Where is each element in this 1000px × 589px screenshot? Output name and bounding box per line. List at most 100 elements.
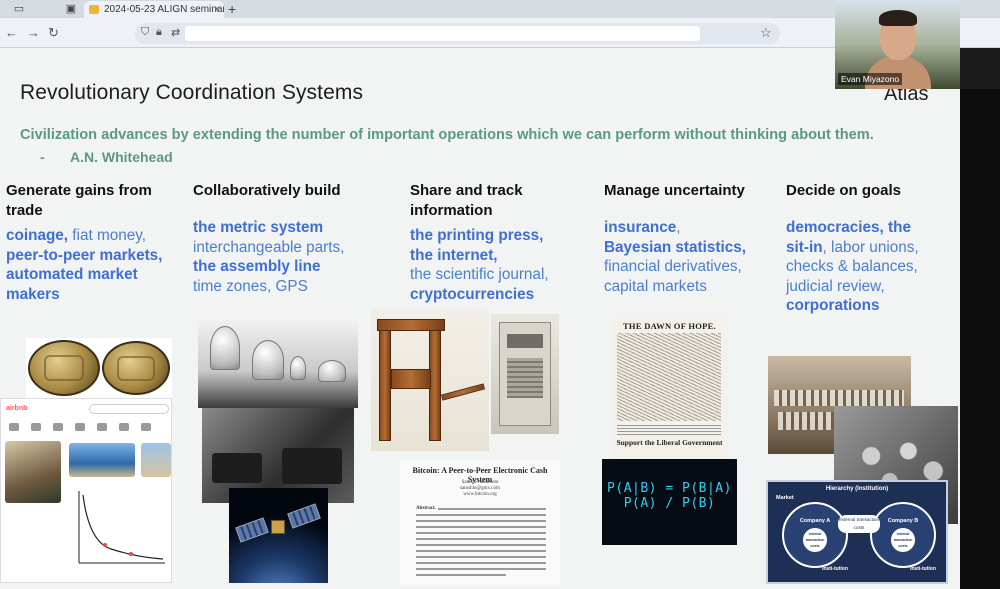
airbnb-screenshot-image: airbnb [0,398,172,583]
example-insurance: insurance [604,219,677,236]
gps-satellite-image [229,488,328,583]
slide-title: Revolutionary Coordination Systems [20,81,364,104]
example-interchangeable-parts: interchangeable parts, [193,238,345,256]
column-examples: coinage, fiat money, peer-to-peer market… [6,226,186,304]
column-heading: Decide on goals [786,182,902,199]
quote-author: A.N. Whitehead [70,149,173,165]
sidebar-toggle-icon[interactable]: ▭ [4,2,34,16]
example-checks-balances: checks & balances, [786,258,918,275]
amm-curve-chart [61,487,169,573]
url-field[interactable] [185,26,700,41]
poster-caption: Support the Liberal Government [616,438,723,447]
bitcoin-abstract-label: Abstract. [416,506,436,511]
reload-button[interactable]: ↻ [48,25,59,41]
example-cryptocurrencies: cryptocurrencies [410,285,535,303]
back-button[interactable]: ← [5,25,18,41]
new-tab-button[interactable]: + [228,0,236,18]
example-capital-markets: capital markets [604,277,707,295]
column-examples: the metric system interchangeable parts,… [193,218,393,296]
example-fiat-money: fiat money, [68,227,146,244]
shield-icon[interactable]: ⛉ [141,26,149,39]
example-assembly-line: the assembly line [193,258,321,275]
bookmark-star-icon[interactable]: ☆ [760,25,772,41]
participant-name-label: Evan Miyazono [838,73,903,85]
example-insurance-comma: , [676,219,681,236]
coin-right [102,341,170,395]
column-examples: democracies, the sit-in, labor unions, c… [786,218,956,316]
dawn-of-hope-poster-image: THE DAWN OF HOPE. Support the Liberal Go… [611,317,728,460]
listing-photo [141,443,171,477]
column-share-information: Share and track information the printing… [410,181,590,304]
column-gains-from-trade: Generate gains from trade coinage, fiat … [6,181,186,304]
address-bar[interactable]: ⛉ 🔒︎ ⇄ [135,23,780,44]
tab-align-seminar[interactable]: 2024-05-23 ALIGN seminar - G × [84,1,224,18]
bitcoin-paper-authors: Satoshi Nakamoto satoshin@gmx.com www.bi… [400,480,560,498]
column-heading: Manage uncertainty [604,182,745,199]
institution-label-b: Insti-tution [910,566,936,572]
ancient-coins-image [26,338,172,398]
example-corporations: corporations [786,297,880,314]
column-heading: Generate gains from trade [6,181,186,221]
screen: { "browser": { "tab_title": "2024-05-23 … [0,0,1000,589]
example-printing-press: the printing press, [410,227,544,244]
slides-favicon-icon [89,5,99,14]
example-p2p-markets: peer-to-peer markets, [6,246,163,264]
example-democracies: democracies, the [786,219,911,236]
poster-illustration [617,333,721,421]
quote-text: Civilization advances by extending the n… [20,127,874,143]
tab-title: 2024-05-23 ALIGN seminar - G [104,4,224,15]
column-collaboratively-build: Collaboratively build the metric system … [193,181,393,296]
column-heading: Collaboratively build [193,182,341,199]
column-examples: insurance, Bayesian statistics, financia… [604,218,779,296]
coin-left [28,340,100,396]
airbnb-search-bar [89,404,169,414]
bitcoin-author: Satoshi Nakamoto [461,480,499,485]
example-amm-line1: automated market [6,266,138,283]
example-coinage: coinage, [6,227,69,244]
company-b-label: Company B [887,518,919,524]
bitcoin-site: www.bitcoin.org [463,492,497,497]
example-time-zones-gps: time zones, GPS [193,277,308,295]
tab-group-icon[interactable]: ▣ [56,2,86,16]
forward-button[interactable]: → [27,25,40,41]
permissions-icon[interactable]: ⇄ [171,26,180,39]
diagram-market-label: Market [776,495,794,501]
column-heading: Share and track information [410,181,590,221]
listing-photo [5,441,61,503]
heading-line: Share and track [410,182,523,199]
bayes-formula-text: P(A|B) = P(B|A) P(A) / P(B) [607,481,732,511]
heading-line: information [410,202,493,219]
external-costs-box: external transaction costs [838,515,880,533]
screen-edge-band [960,89,1000,589]
lock-icon[interactable]: 🔒︎ [156,26,162,39]
example-judicial-review: judicial review, [786,277,885,295]
satellite-body [271,520,285,534]
printing-press-image [371,309,489,451]
airbnb-logo: airbnb [6,405,28,412]
column-examples: the printing press, the internet, the sc… [410,226,590,304]
column-decide-on-goals: Decide on goals democracies, the sit-in,… [786,181,956,316]
participant-hair [879,10,917,26]
example-bayesian-statistics: Bayesian statistics, [604,238,746,256]
participant-video-tile[interactable]: Evan Miyazono [835,0,960,89]
internal-costs-node-a: internal transaction costs [803,528,827,552]
column-manage-uncertainty: Manage uncertainty insurance, Bayesian s… [604,181,779,296]
internal-costs-node-b: internal transaction costs [891,528,915,552]
heading-line: Generate gains from [6,182,152,199]
internet-server-image [491,314,559,434]
example-amm-line2: makers [6,285,60,303]
hierarchy-institution-diagram: Hierarchy (Institution) Market Company A… [766,480,948,584]
bitcoin-whitepaper-image: Bitcoin: A Peer-to-Peer Electronic Cash … [400,460,560,585]
bayes-formula-image: P(A|B) = P(B|A) P(A) / P(B) [602,459,737,545]
quote-dash: - [40,149,45,165]
presentation-slide: Revolutionary Coordination Systems Atlas… [0,48,960,589]
company-a-label: Company A [799,518,831,524]
tab-close-icon[interactable]: × [214,1,220,18]
institution-label-a: Insti-tution [822,566,848,572]
example-scientific-journal: the scientific journal, [410,266,549,283]
example-internet: the internet, [410,246,498,264]
example-metric-system: the metric system [193,219,324,236]
poster-title: THE DAWN OF HOPE. [622,321,717,331]
example-sit-in: sit-in [786,238,823,256]
bitcoin-email: satoshin@gmx.com [460,486,500,491]
